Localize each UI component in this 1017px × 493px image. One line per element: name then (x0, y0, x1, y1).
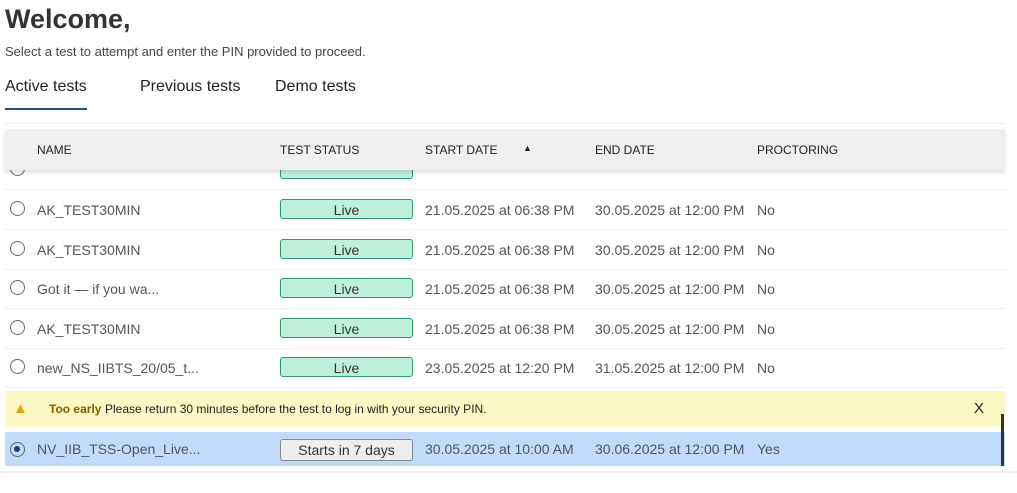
tab-active-tests[interactable]: Active tests (5, 78, 87, 110)
status-badge: Live (280, 238, 413, 259)
status-badge: Live (280, 278, 413, 298)
tab-previous-tests[interactable]: Previous tests (140, 78, 240, 96)
test-name: Got it — if you wa... (37, 281, 160, 297)
table-row[interactable]: new_NS_IIBTS_20/05_t... Live 23.05.2025 … (5, 348, 1005, 388)
status-badge: Live (280, 317, 413, 338)
start-date: 21.05.2025 at 06:38 PM (425, 202, 575, 218)
table-row[interactable]: AK_TEST30MIN Live 21.05.2025 at 06:38 PM… (5, 309, 1005, 349)
col-proctoring[interactable]: PROCTORING (757, 143, 838, 157)
end-date: 30.06.2025 at 12:00 PM (595, 441, 745, 457)
col-start-date[interactable]: START DATE (425, 143, 497, 157)
start-date: 21.05.2025 at 06:38 PM (425, 320, 575, 337)
start-date: 21.05.2025 at 06:38 PM (425, 281, 575, 297)
radio-button[interactable] (10, 319, 25, 335)
end-date: 30.05.2025 at 12:00 PM (595, 320, 745, 337)
sort-ascending-icon[interactable]: ▲ (523, 143, 532, 153)
status-badge: Live (280, 357, 413, 377)
start-date: 21.05.2025 at 06:38 PM (425, 241, 575, 258)
test-name: AK_TEST30MIN (37, 320, 141, 337)
start-date: 30.05.2025 at 10:00 AM (425, 441, 574, 457)
warning-banner: ▲ Too early Please return 30 minutes bef… (5, 391, 1005, 427)
start-date: 23.05.2025 at 12:20 PM (425, 360, 575, 376)
table-row[interactable]: Got it — if you wa... Live 21.05.2025 at… (5, 269, 1005, 309)
divider (5, 123, 1005, 124)
end-date: 30.05.2025 at 12:00 PM (595, 241, 745, 258)
proctoring: No (757, 281, 775, 297)
proctoring: No (757, 320, 775, 337)
status-badge: Starts in 7 days (280, 439, 413, 461)
radio-button[interactable] (10, 240, 25, 256)
col-name[interactable]: NAME (37, 143, 72, 157)
divider (0, 471, 1017, 473)
close-button[interactable]: X (974, 400, 984, 417)
col-status[interactable]: TEST STATUS (280, 143, 359, 157)
test-name: AK_TEST30MIN (37, 202, 141, 218)
tab-demo-tests[interactable]: Demo tests (275, 78, 356, 96)
col-end-date[interactable]: END DATE (595, 143, 655, 157)
end-date: 31.05.2025 at 12:00 PM (595, 360, 745, 376)
page-subtitle: Select a test to attempt and enter the P… (5, 44, 366, 59)
radio-button-selected[interactable] (10, 442, 25, 457)
page-title: Welcome, (5, 4, 131, 34)
radio-button[interactable] (10, 280, 25, 295)
status-badge: Live (280, 199, 413, 219)
warning-icon: ▲ (13, 400, 28, 417)
scrollbar[interactable] (1001, 414, 1004, 466)
radio-button[interactable] (10, 359, 25, 374)
end-date: 30.05.2025 at 12:00 PM (595, 281, 745, 297)
warning-title: Too early (49, 402, 102, 416)
table-row-selected[interactable]: NV_IIB_TSS-Open_Live... Starts in 7 days… (5, 432, 1005, 466)
proctoring: No (757, 241, 775, 258)
test-name: AK_TEST30MIN (37, 241, 141, 258)
proctoring: No (757, 202, 775, 218)
end-date: 30.05.2025 at 12:00 PM (595, 202, 745, 218)
proctoring: No (757, 360, 775, 376)
radio-button[interactable] (10, 201, 25, 216)
test-name: NV_IIB_TSS-Open_Live... (37, 441, 201, 457)
warning-message: Please return 30 minutes before the test… (105, 402, 487, 416)
proctoring: Yes (757, 441, 780, 457)
test-name: new_NS_IIBTS_20/05_t... (37, 360, 199, 376)
table-row[interactable]: AK_TEST30MIN Live 21.05.2025 at 06:38 PM… (5, 190, 1005, 230)
table-header: NAME TEST STATUS START DATE ▲ END DATE P… (5, 129, 1005, 170)
table-row[interactable]: AK_TEST30MIN Live 21.05.2025 at 06:38 PM… (5, 230, 1005, 270)
